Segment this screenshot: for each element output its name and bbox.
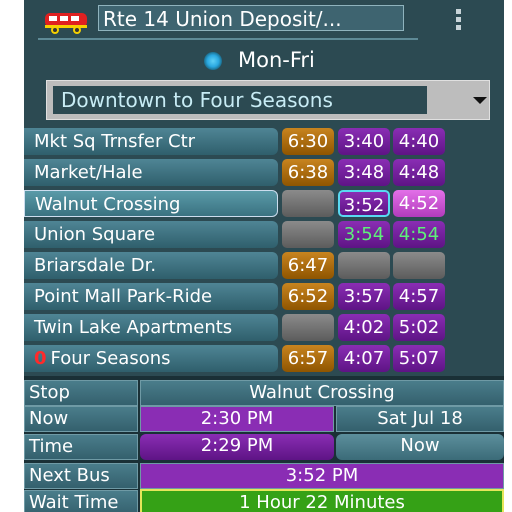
bus-icon: [42, 10, 90, 36]
stop-button-selected[interactable]: Walnut Crossing: [24, 190, 278, 217]
schedule-row: Briarsdale Dr. 6:47: [24, 250, 504, 281]
empty-time-cell: [282, 190, 334, 217]
schedule-row: Market/Hale 6:38 3:48 4:48: [24, 157, 504, 188]
schedule-grid: Mkt Sq Trnsfer Ctr 6:30 3:40 4:40 Market…: [24, 126, 504, 374]
chevron-down-icon[interactable]: [473, 97, 487, 104]
time-now-button[interactable]: Now: [336, 434, 504, 460]
stop-button[interactable]: Market/Hale: [24, 159, 278, 186]
time-cell[interactable]: 4:54: [393, 221, 445, 248]
stop-button[interactable]: Point Mall Park-Ride: [24, 283, 278, 310]
time-cell[interactable]: 3:54: [338, 221, 390, 248]
day-selector[interactable]: Mon-Fri: [24, 46, 504, 74]
next-bus-value: 3:52 PM: [140, 463, 504, 489]
day-label: Mon-Fri: [238, 48, 315, 72]
empty-time-cell: [282, 314, 334, 341]
stop-name: Twin Lake Apartments: [34, 317, 233, 338]
time-cell[interactable]: 4:57: [393, 283, 445, 310]
schedule-row: Union Square 3:54 4:54: [24, 219, 504, 250]
wait-time-value: 1 Hour 22 Minutes: [140, 489, 504, 512]
time-cell[interactable]: 4:52: [393, 190, 445, 217]
time-cell[interactable]: 5:02: [393, 314, 445, 341]
now-time: 2:30 PM: [140, 406, 334, 432]
day-radio-button[interactable]: [204, 52, 222, 70]
direction-dropdown[interactable]: Downtown to Four Seasons: [46, 80, 490, 120]
time-cell[interactable]: 5:07: [393, 345, 445, 372]
schedule-row: Twin Lake Apartments 4:02 5:02: [24, 312, 504, 343]
header-bar: Rte 14 Union Deposit/...: [24, 0, 504, 42]
route-title[interactable]: Rte 14 Union Deposit/...: [98, 5, 404, 31]
direction-value: Downtown to Four Seasons: [53, 86, 427, 114]
time-cell[interactable]: 4:07: [338, 345, 390, 372]
stop-button[interactable]: Mkt Sq Trnsfer Ctr: [24, 128, 278, 155]
time-cell[interactable]: 4:48: [393, 159, 445, 186]
time-cell[interactable]: 4:40: [393, 128, 445, 155]
schedule-row: Mkt Sq Trnsfer Ctr 6:30 3:40 4:40: [24, 126, 504, 157]
stop-name: Four Seasons: [50, 348, 171, 369]
time-cell-next-bus[interactable]: 3:52: [338, 190, 390, 217]
empty-time-cell: [282, 221, 334, 248]
stop-name: Market/Hale: [34, 162, 143, 183]
time-cell[interactable]: 3:48: [338, 159, 390, 186]
time-cell[interactable]: 6:57: [282, 345, 334, 372]
schedule-row: 0 Four Seasons 6:57 4:07 5:07: [24, 343, 504, 374]
next-bus-label: Next Bus: [24, 463, 138, 489]
schedule-row: Point Mall Park-Ride 6:52 3:57 4:57: [24, 281, 504, 312]
stop-button[interactable]: Twin Lake Apartments: [24, 314, 278, 341]
info-panel: Stop Walnut Crossing Now 2:30 PM Sat Jul…: [24, 376, 504, 512]
time-cell[interactable]: 3:57: [338, 283, 390, 310]
app-window: Rte 14 Union Deposit/... Mon-Fri Downtow…: [24, 0, 504, 512]
stop-name: Union Square: [34, 224, 156, 245]
time-picker-button[interactable]: 2:29 PM: [140, 434, 334, 460]
empty-time-cell: [393, 252, 445, 279]
header-divider: [38, 38, 418, 40]
stop-button[interactable]: Union Square: [24, 221, 278, 248]
stop-button[interactable]: 0 Four Seasons: [24, 345, 278, 372]
empty-time-cell: [338, 252, 390, 279]
time-cell[interactable]: 6:30: [282, 128, 334, 155]
time-cell[interactable]: 6:52: [282, 283, 334, 310]
stop-name: Point Mall Park-Ride: [34, 286, 213, 307]
now-label: Now: [24, 406, 138, 432]
stop-label: Stop: [24, 380, 138, 406]
time-cell[interactable]: 3:40: [338, 128, 390, 155]
time-cell[interactable]: 6:38: [282, 159, 334, 186]
schedule-row-selected: Walnut Crossing 3:52 4:52: [24, 188, 504, 219]
stop-name: Mkt Sq Trnsfer Ctr: [34, 131, 196, 152]
stop-value: Walnut Crossing: [140, 380, 504, 406]
stop-name: Briarsdale Dr.: [34, 255, 157, 276]
stop-button[interactable]: Briarsdale Dr.: [24, 252, 278, 279]
stop-marker: 0: [34, 348, 47, 369]
wait-time-label: Wait Time: [24, 490, 138, 512]
now-date: Sat Jul 18: [336, 406, 504, 432]
time-cell[interactable]: 4:02: [338, 314, 390, 341]
time-cell[interactable]: 6:47: [282, 252, 334, 279]
overflow-menu-icon[interactable]: [456, 9, 464, 31]
time-label: Time: [24, 434, 138, 460]
stop-name: Walnut Crossing: [35, 194, 181, 215]
